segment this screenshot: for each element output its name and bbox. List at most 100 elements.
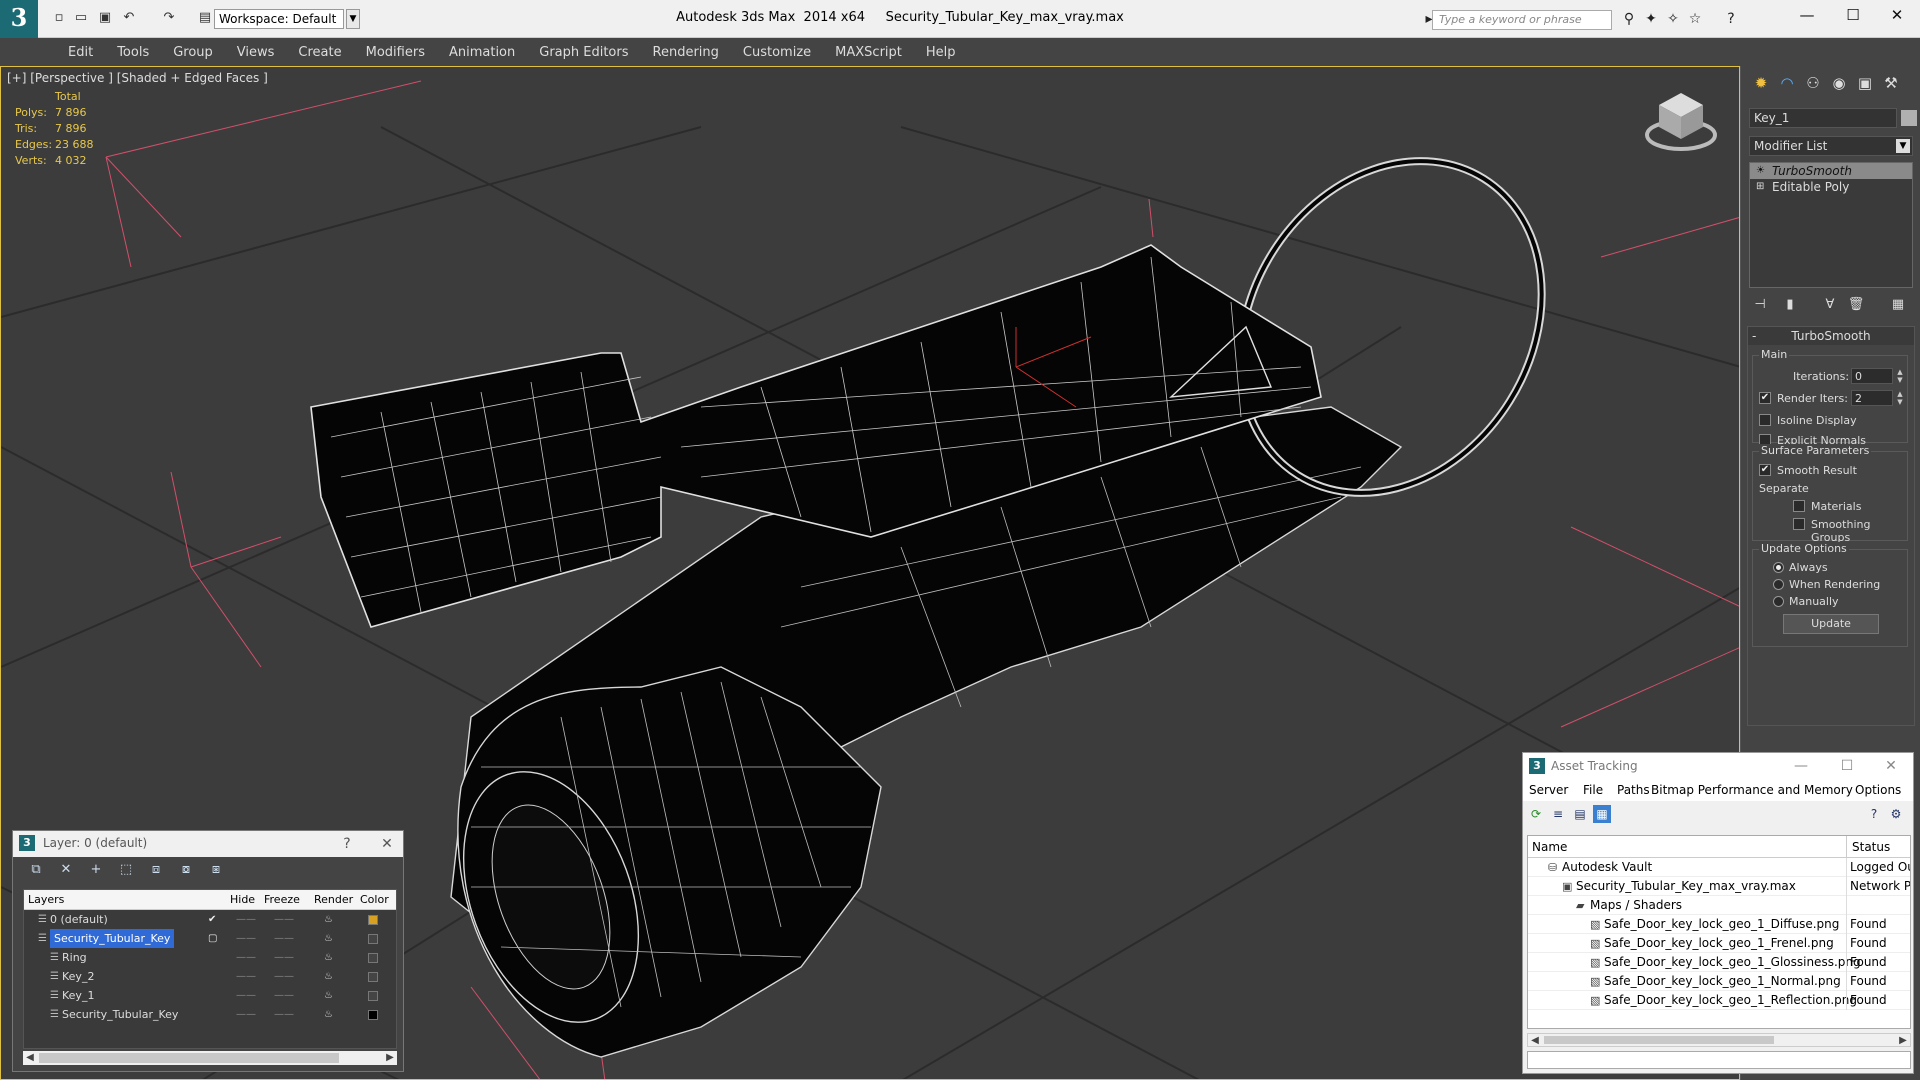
workspace-dropdown[interactable]: Workspace: Default: [214, 9, 344, 29]
redo-icon[interactable]: ↷: [160, 10, 178, 26]
table-view-icon[interactable]: ▦: [1593, 805, 1611, 823]
tree-view-icon[interactable]: ▤: [1571, 805, 1589, 823]
menu-graph-editors[interactable]: Graph Editors: [527, 45, 640, 60]
menu-paths[interactable]: Paths: [1617, 783, 1650, 797]
scroll-right-icon[interactable]: ▶: [1896, 1034, 1910, 1048]
select-objects-icon[interactable]: ⬚: [117, 861, 135, 879]
layer-color-swatch[interactable]: [368, 1010, 378, 1020]
render-teapot-icon[interactable]: ♨: [324, 910, 333, 929]
modifier-stack[interactable]: ☀ TurboSmooth ⊞ Editable Poly: [1749, 162, 1913, 288]
scroll-right-icon[interactable]: ▶: [383, 1051, 397, 1065]
menu-create[interactable]: Create: [286, 45, 353, 60]
lightbulb-icon[interactable]: ☀: [1756, 165, 1766, 177]
menu-animation[interactable]: Animation: [437, 45, 527, 60]
make-current-icon[interactable]: ▢: [208, 929, 217, 948]
pin-stack-icon[interactable]: ⊣: [1749, 294, 1771, 316]
asset-name[interactable]: Safe_Door_key_lock_geo_1_Glossiness.png: [1604, 953, 1861, 972]
menu-server[interactable]: Server: [1529, 783, 1568, 797]
asset-row[interactable]: ▣ Security_Tubular_Key_max_vray.max Networ…: [1528, 877, 1910, 896]
close-icon[interactable]: ✕: [1873, 756, 1909, 776]
asset-row[interactable]: ▰ Maps / Shaders: [1528, 896, 1910, 915]
freeze-toggle[interactable]: ——: [274, 986, 294, 1005]
subscription-icon[interactable]: ✦: [1642, 10, 1660, 28]
menu-modifiers[interactable]: Modifiers: [354, 45, 437, 60]
menu-edit[interactable]: Edit: [56, 45, 105, 60]
create-layer-icon[interactable]: ⧉: [27, 861, 45, 879]
stack-item-editable-poly[interactable]: ⊞ Editable Poly: [1750, 179, 1912, 195]
col-status[interactable]: Status: [1852, 840, 1890, 854]
delete-layer-icon[interactable]: ✕: [57, 861, 75, 879]
add-to-layer-icon[interactable]: +: [87, 861, 105, 879]
col-name[interactable]: Name: [1532, 840, 1567, 854]
scroll-thumb[interactable]: [39, 1053, 339, 1063]
object-color-swatch[interactable]: [1901, 110, 1917, 126]
hide-toggle[interactable]: ——: [236, 910, 256, 929]
render-teapot-icon[interactable]: ♨: [324, 948, 333, 967]
asset-row[interactable]: ▧ Safe_Door_key_lock_geo_1_Frenel.png Foun…: [1528, 934, 1910, 953]
viewcube-icon[interactable]: [1641, 87, 1721, 157]
freeze-toggle[interactable]: ——: [274, 910, 294, 929]
layer-row[interactable]: ☰ Ring —— —— ♨: [24, 948, 396, 967]
minimize-button[interactable]: —: [1784, 4, 1830, 26]
favorites-star-icon[interactable]: ☆: [1686, 10, 1704, 28]
menu-maxscript[interactable]: MAXScript: [823, 45, 914, 60]
remove-modifier-icon[interactable]: 🗑: [1845, 294, 1867, 316]
asset-row[interactable]: ▧ Safe_Door_key_lock_geo_1_Reflection.png…: [1528, 991, 1910, 1010]
configure-sets-icon[interactable]: ▦: [1887, 294, 1909, 316]
menu-options[interactable]: Options: [1855, 783, 1901, 797]
save-icon[interactable]: ▣: [96, 10, 114, 26]
layer-row[interactable]: ☰ 0 (default) ✔ —— —— ♨: [24, 910, 396, 929]
make-unique-icon[interactable]: ∀: [1819, 294, 1841, 316]
isoline-display-checkbox[interactable]: [1759, 414, 1771, 426]
update-button[interactable]: Update: [1783, 614, 1879, 634]
freeze-toggle[interactable]: ——: [274, 1005, 294, 1024]
modify-tab-icon[interactable]: ◠: [1775, 72, 1799, 94]
close-icon[interactable]: ✕: [377, 834, 397, 854]
show-end-result-icon[interactable]: ▮: [1779, 294, 1801, 316]
render-teapot-icon[interactable]: ♨: [324, 967, 333, 986]
asset-row[interactable]: ▧ Safe_Door_key_lock_geo_1_Diffuse.png Fou…: [1528, 915, 1910, 934]
undo-icon[interactable]: ↶: [120, 10, 138, 26]
layer-row[interactable]: ☰ Key_2 —— —— ♨: [24, 967, 396, 986]
freeze-all-icon[interactable]: ⧆: [207, 861, 225, 879]
layer-window-titlebar[interactable]: 3 Layer: 0 (default) ? ✕: [13, 831, 403, 857]
menu-rendering[interactable]: Rendering: [641, 45, 731, 60]
scroll-left-icon[interactable]: ◀: [23, 1051, 37, 1065]
communication-icon[interactable]: ✧: [1664, 10, 1682, 28]
layer-name[interactable]: Key_1: [62, 986, 94, 1005]
asset-window-titlebar[interactable]: 3 Asset Tracking — ☐ ✕: [1523, 753, 1913, 779]
render-iters-checkbox[interactable]: ✔: [1759, 392, 1771, 404]
project-folder-icon[interactable]: ▤: [196, 10, 214, 26]
hide-toggle[interactable]: ——: [236, 929, 256, 948]
modifier-list-dropdown[interactable]: Modifier List ▼: [1749, 136, 1913, 156]
binoculars-icon[interactable]: ⚲: [1620, 10, 1638, 28]
chevron-down-icon[interactable]: ▼: [1896, 139, 1910, 153]
always-radio[interactable]: [1773, 562, 1784, 573]
create-tab-icon[interactable]: ✹: [1749, 72, 1773, 94]
asset-name[interactable]: Maps / Shaders: [1590, 896, 1682, 915]
current-layer-check-icon[interactable]: ✔: [208, 910, 216, 929]
menu-customize[interactable]: Customize: [731, 45, 823, 60]
layer-row[interactable]: ☰ Security_Tubular_Key —— —— ♨: [24, 1005, 396, 1024]
asset-name[interactable]: Safe_Door_key_lock_geo_1_Diffuse.png: [1604, 915, 1839, 934]
scroll-thumb[interactable]: [1544, 1036, 1774, 1044]
hide-toggle[interactable]: ——: [236, 967, 256, 986]
menu-help[interactable]: Help: [914, 45, 968, 60]
search-input[interactable]: Type a keyword or phrase: [1432, 10, 1612, 30]
asset-name[interactable]: Security_Tubular_Key_max_vray.max: [1576, 877, 1796, 896]
layer-name[interactable]: Key_2: [62, 967, 94, 986]
asset-name[interactable]: Autodesk Vault: [1562, 858, 1652, 877]
render-iters-spinner[interactable]: 2: [1851, 390, 1893, 406]
col-freeze[interactable]: Freeze: [264, 893, 300, 906]
menu-bitmap-performance[interactable]: Bitmap Performance and Memory: [1651, 783, 1853, 797]
asset-row[interactable]: ▧ Safe_Door_key_lock_geo_1_Normal.png Foun…: [1528, 972, 1910, 991]
stack-item-turbosmooth[interactable]: ☀ TurboSmooth: [1750, 163, 1912, 179]
render-teapot-icon[interactable]: ♨: [324, 929, 333, 948]
layer-color-swatch[interactable]: [368, 934, 378, 944]
display-tab-icon[interactable]: ▣: [1853, 72, 1877, 94]
render-teapot-icon[interactable]: ♨: [324, 986, 333, 1005]
freeze-toggle[interactable]: ——: [274, 967, 294, 986]
hide-toggle[interactable]: ——: [236, 986, 256, 1005]
layer-color-swatch[interactable]: [368, 972, 378, 982]
maximize-button[interactable]: ☐: [1830, 4, 1876, 26]
